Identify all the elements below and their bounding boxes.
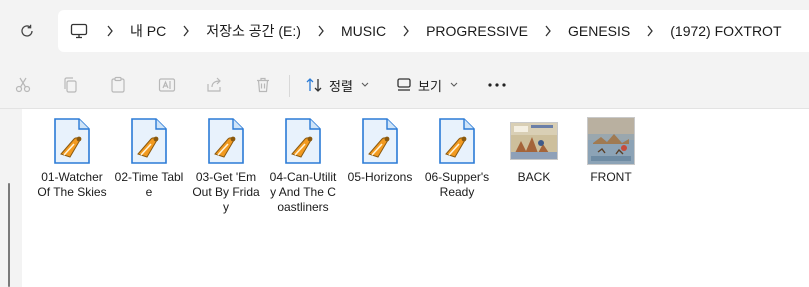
delete-button[interactable]: [248, 70, 278, 100]
chevron-down-icon: [450, 80, 458, 90]
rename-icon: [158, 78, 176, 92]
copy-icon: [64, 77, 77, 93]
refresh-icon: [21, 24, 33, 37]
file-list: 01-Watcher Of The Skies 02-Time Table 03: [22, 109, 809, 287]
image-thumbnail: [587, 117, 635, 165]
file-item[interactable]: 01-Watcher Of The Skies: [36, 117, 108, 200]
file-name: 05-Horizons: [347, 170, 413, 184]
file-name: 03-Get 'Em Out By Friday: [192, 170, 260, 214]
trash-icon: [257, 77, 269, 93]
address-bar[interactable]: 내 PC 저장소 공간 (E:) MUSIC PROGRESSIVE GENES…: [58, 10, 809, 52]
file-item[interactable]: FRONT: [575, 117, 647, 185]
audio-file-icon: [279, 117, 327, 165]
refresh-button[interactable]: [14, 18, 40, 44]
breadcrumb-genesis[interactable]: GENESIS: [568, 23, 630, 39]
file-name: 02-Time Table: [114, 170, 184, 199]
paste-button[interactable]: [103, 70, 133, 100]
breadcrumb-this-pc[interactable]: 내 PC: [130, 21, 166, 41]
chevron-right-icon[interactable]: [182, 25, 190, 37]
audio-file-icon: [202, 117, 250, 165]
file-name: 06-Supper's Ready: [424, 170, 490, 199]
sort-button[interactable]: 정렬: [305, 70, 369, 100]
computer-icon[interactable]: [70, 23, 88, 39]
audio-file-icon: [356, 117, 404, 165]
file-name: FRONT: [590, 170, 632, 184]
share-icon: [207, 77, 221, 92]
view-label: 보기: [418, 78, 442, 94]
chevron-right-icon[interactable]: [646, 25, 654, 37]
sort-label: 정렬: [329, 78, 353, 94]
sort-icon: [306, 78, 322, 92]
chevron-right-icon[interactable]: [317, 25, 325, 37]
chevron-down-icon: [361, 80, 369, 90]
file-name: 01-Watcher Of The Skies: [37, 170, 107, 199]
chevron-right-icon[interactable]: [106, 25, 114, 37]
file-item[interactable]: 03-Get 'Em Out By Friday: [190, 117, 262, 215]
audio-file-icon: [433, 117, 481, 165]
file-item[interactable]: 06-Supper's Ready: [421, 117, 493, 200]
cut-button[interactable]: [8, 70, 38, 100]
file-name: BACK: [517, 170, 551, 184]
rename-button[interactable]: [152, 70, 182, 100]
breadcrumb: 내 PC 저장소 공간 (E:) MUSIC PROGRESSIVE GENES…: [70, 10, 782, 52]
file-name: 04-Can-Utility And The Coastliners: [269, 170, 337, 214]
more-icon: [488, 83, 506, 87]
file-item[interactable]: BACK: [498, 117, 570, 185]
share-button[interactable]: [199, 70, 229, 100]
address-row: 내 PC 저장소 공간 (E:) MUSIC PROGRESSIVE GENES…: [0, 0, 809, 61]
view-button[interactable]: 보기: [396, 70, 458, 100]
breadcrumb-foxtrot[interactable]: (1972) FOXTROT: [670, 23, 781, 39]
audio-file-icon: [48, 117, 96, 165]
file-item[interactable]: 05-Horizons: [344, 117, 416, 185]
breadcrumb-progressive[interactable]: PROGRESSIVE: [426, 23, 528, 39]
more-options-button[interactable]: [482, 70, 512, 100]
chevron-right-icon[interactable]: [402, 25, 410, 37]
chevron-right-icon[interactable]: [544, 25, 552, 37]
file-item[interactable]: 04-Can-Utility And The Coastliners: [267, 117, 339, 215]
file-item[interactable]: 02-Time Table: [113, 117, 185, 200]
breadcrumb-music[interactable]: MUSIC: [341, 23, 386, 39]
clipboard-icon: [111, 76, 125, 93]
audio-file-icon: [125, 117, 173, 165]
image-thumbnail: [510, 117, 558, 165]
breadcrumb-drive-e[interactable]: 저장소 공간 (E:): [206, 21, 301, 41]
scrollbar[interactable]: [8, 183, 10, 287]
toolbar-divider: [289, 75, 290, 97]
scissors-icon: [15, 77, 31, 93]
view-icon: [397, 78, 411, 91]
copy-button[interactable]: [55, 70, 85, 100]
command-bar: 정렬 보기: [0, 61, 809, 109]
